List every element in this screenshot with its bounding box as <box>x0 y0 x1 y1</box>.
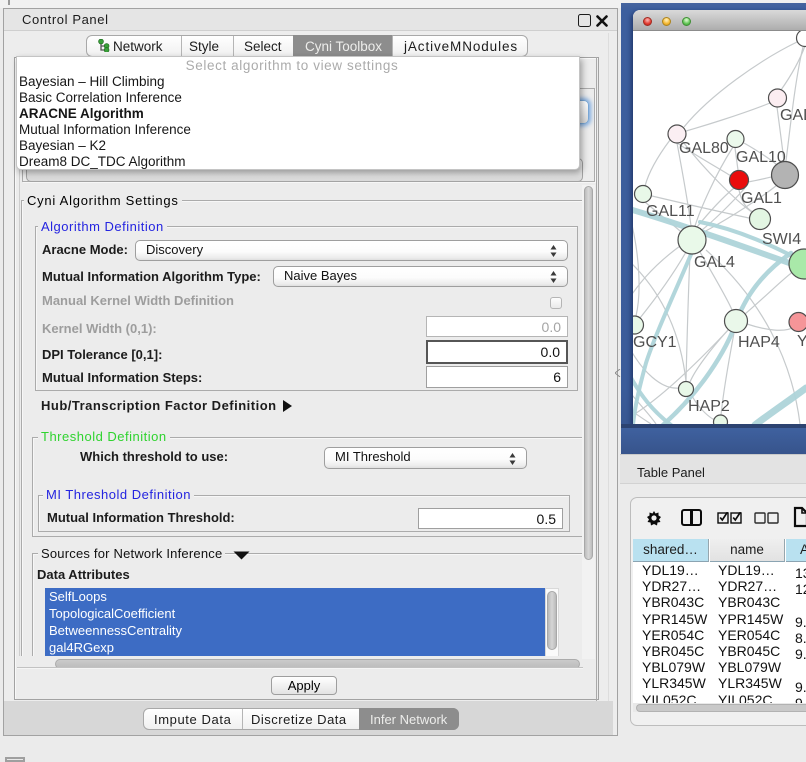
svg-text:HAP2: HAP2 <box>688 398 730 415</box>
svg-text:Y: Y <box>797 333 806 350</box>
svg-text:SWI4: SWI4 <box>762 231 801 248</box>
svg-text:GCY1: GCY1 <box>633 334 677 351</box>
svg-text:GAL10: GAL10 <box>736 149 786 166</box>
svg-text:GAL4: GAL4 <box>694 254 735 271</box>
svg-text:GAL: GAL <box>780 107 806 124</box>
svg-text:GAL80: GAL80 <box>679 140 729 157</box>
svg-text:HAP4: HAP4 <box>738 334 780 351</box>
svg-text:GAL11: GAL11 <box>646 203 695 220</box>
svg-text:GAL1: GAL1 <box>741 190 782 207</box>
